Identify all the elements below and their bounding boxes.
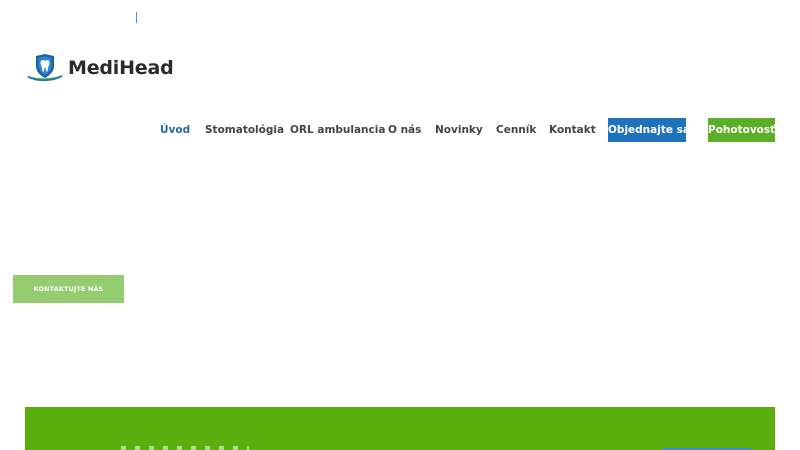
nav-item-orl-ambulancia[interactable]: ORL ambulancia <box>290 123 385 137</box>
banner-text-cropped <box>121 446 249 450</box>
topbar-divider <box>136 12 137 23</box>
emergency-button[interactable]: Pohotovosť <box>708 118 775 142</box>
green-banner <box>25 407 775 450</box>
nav-item-novinky[interactable]: Novinky <box>435 123 483 137</box>
book-appointment-button[interactable]: Objednajte sa <box>608 118 690 142</box>
site-logo[interactable]: MediHead <box>25 53 174 83</box>
nav-item-cennik[interactable]: Cenník <box>496 123 536 137</box>
nav-item-kontakt[interactable]: Kontakt <box>549 123 596 137</box>
nav-item-uvod[interactable]: Úvod <box>160 123 190 137</box>
tooth-shield-icon <box>26 54 64 82</box>
nav-item-o-nas[interactable]: O nás <box>388 123 421 137</box>
contact-us-button[interactable]: KONTAKTUJTE NÁS <box>13 275 124 303</box>
brand-name: MediHead <box>68 57 174 79</box>
page: MediHead Úvod Stomatológia ORL ambulanci… <box>0 0 800 450</box>
nav-item-stomatologia[interactable]: Stomatológia <box>205 123 284 137</box>
